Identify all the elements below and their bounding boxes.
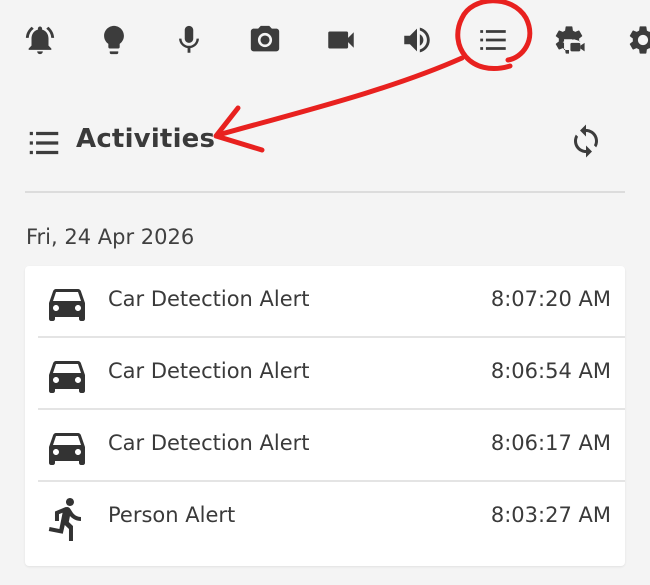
settings-gear-icon[interactable] [625, 22, 650, 58]
list-item[interactable]: Car Detection Alert 8:06:54 AM [38, 338, 625, 410]
list-item[interactable]: Car Detection Alert 8:07:20 AM [38, 266, 625, 338]
car-icon [43, 279, 91, 327]
activity-label: Car Detection Alert [108, 431, 310, 455]
activity-list: Car Detection Alert 8:07:20 AM Car Detec… [25, 266, 625, 566]
lightbulb-icon[interactable] [96, 22, 132, 58]
alarm-bell-icon[interactable] [22, 22, 58, 58]
list-item[interactable]: Car Detection Alert 8:06:17 AM [38, 410, 625, 482]
activity-label: Car Detection Alert [108, 287, 310, 311]
list-item[interactable]: Person Alert 8:03:27 AM [38, 482, 625, 554]
speaker-icon[interactable] [399, 22, 435, 58]
microphone-icon[interactable] [171, 22, 207, 58]
activities-list-icon[interactable] [475, 22, 511, 58]
activities-header: Activities [25, 116, 625, 168]
list-icon [25, 124, 63, 162]
car-icon [43, 351, 91, 399]
activity-time: 8:07:20 AM [490, 287, 611, 311]
activity-label: Car Detection Alert [108, 359, 310, 383]
car-icon [43, 423, 91, 471]
camera-settings-icon[interactable] [551, 22, 587, 58]
activity-time: 8:03:27 AM [490, 503, 611, 527]
header-divider [25, 191, 625, 193]
video-camera-icon[interactable] [323, 22, 359, 58]
activity-label: Person Alert [108, 503, 236, 527]
activity-time: 8:06:54 AM [490, 359, 611, 383]
camera-icon[interactable] [247, 22, 283, 58]
activity-time: 8:06:17 AM [490, 431, 611, 455]
person-running-icon [43, 495, 91, 543]
page-title: Activities [76, 124, 216, 154]
date-label: Fri, 24 Apr 2026 [26, 225, 195, 249]
top-toolbar [0, 0, 650, 82]
refresh-icon[interactable] [568, 123, 606, 161]
